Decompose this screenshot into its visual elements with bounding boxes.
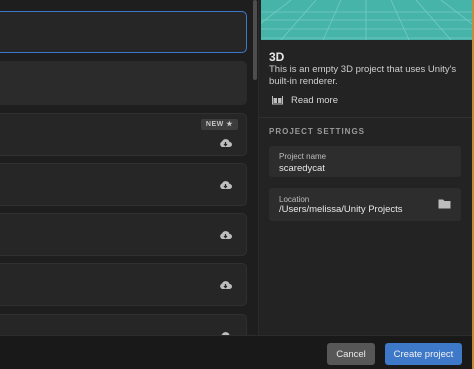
template-card[interactable] [0, 263, 247, 306]
template-details-panel: 3D This is an empty 3D project that uses… [259, 0, 472, 335]
project-name-field[interactable]: Project name scaredycat [269, 146, 461, 177]
location-label: Location [279, 195, 310, 204]
template-list: NEW ★ [0, 0, 251, 335]
project-settings-heading: PROJECT SETTINGS [269, 127, 366, 136]
cloud-download-icon[interactable] [219, 180, 232, 190]
cloud-download-icon[interactable] [219, 230, 232, 240]
star-icon: ★ [226, 121, 233, 128]
template-card[interactable] [0, 213, 247, 256]
book-icon [272, 96, 283, 105]
section-divider [259, 117, 472, 118]
project-name-input[interactable]: scaredycat [279, 163, 325, 174]
template-description: This is an empty 3D project that uses Un… [269, 64, 457, 87]
template-preview-image [261, 0, 472, 40]
read-more-label[interactable]: Read more [291, 95, 338, 106]
template-card[interactable] [0, 163, 247, 206]
template-card-new[interactable]: NEW ★ [0, 113, 247, 156]
folder-icon[interactable] [438, 198, 451, 209]
list-scrollbar[interactable] [251, 0, 259, 335]
cloud-download-icon[interactable] [219, 138, 232, 148]
scrollbar-thumb[interactable] [253, 0, 257, 80]
create-project-button[interactable]: Create project [385, 343, 462, 365]
template-card[interactable] [0, 314, 247, 335]
new-badge: NEW ★ [200, 119, 238, 130]
template-card-selected[interactable] [0, 11, 247, 53]
cloud-download-icon[interactable] [219, 280, 232, 290]
read-more-link[interactable]: Read more [272, 93, 338, 107]
location-field[interactable]: Location /Users/melissa/Unity Projects [269, 188, 461, 221]
template-title: 3D [269, 50, 285, 64]
new-badge-label: NEW [205, 121, 224, 128]
location-input[interactable]: /Users/melissa/Unity Projects [279, 204, 403, 215]
cancel-button[interactable]: Cancel [327, 343, 375, 365]
project-name-label: Project name [279, 152, 327, 161]
template-card[interactable] [0, 61, 247, 105]
dialog-footer: Cancel Create project [0, 335, 472, 369]
